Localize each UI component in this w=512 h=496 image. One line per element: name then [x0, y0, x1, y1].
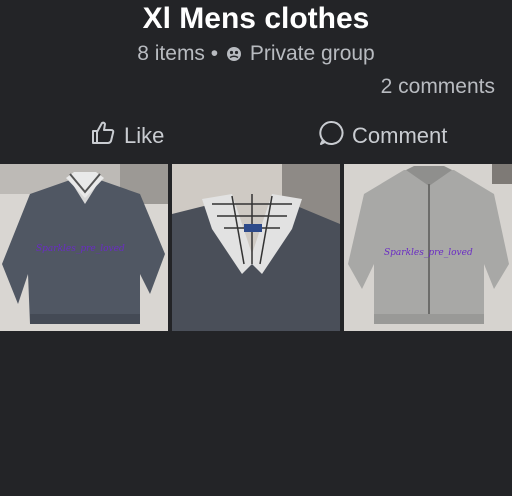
like-label: Like	[124, 123, 165, 148]
comment-bubble-icon	[318, 120, 344, 152]
comments-count-link[interactable]: 2 comments	[381, 74, 495, 100]
like-button[interactable]: Like	[90, 120, 164, 152]
photo-2[interactable]	[172, 164, 340, 331]
item-count: 8 items	[137, 42, 205, 65]
post-subtitle: 8 items • Private group	[0, 41, 512, 69]
globe-icon	[226, 43, 242, 69]
comment-button[interactable]: Comment	[318, 120, 447, 152]
photo-3[interactable]: Sparkles_pre_loved	[344, 164, 512, 331]
thumbs-up-icon	[90, 120, 116, 152]
photo-1-watermark: Sparkles_pre_loved	[36, 244, 125, 254]
photo-1[interactable]: Sparkles_pre_loved	[0, 164, 168, 331]
comment-label: Comment	[352, 123, 448, 148]
separator-dot: •	[210, 42, 219, 65]
privacy-label: Private group	[249, 42, 375, 65]
post-title: Xl Mens clothes	[142, 2, 370, 35]
photo-grid: Sparkles_pre_loved Sparkles_pre_loved	[0, 164, 512, 331]
action-bar: Like Comment	[0, 120, 512, 152]
photo-3-watermark: Sparkles_pre_loved	[384, 248, 473, 258]
